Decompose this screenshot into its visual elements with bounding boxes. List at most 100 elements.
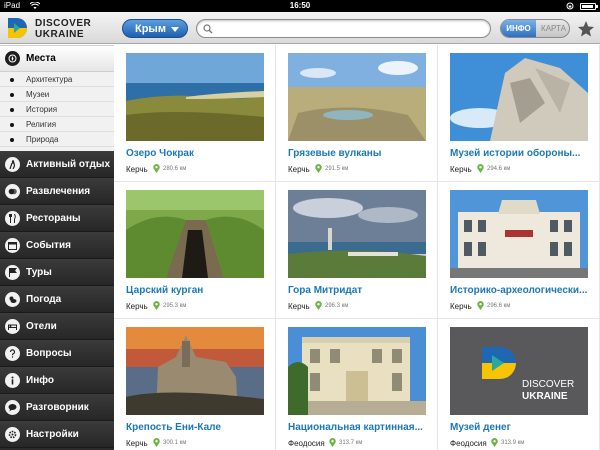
place-title[interactable]: Музей истории обороны... xyxy=(450,148,596,159)
place-distance: 280.6 км xyxy=(163,166,187,172)
sidebar-item[interactable]: Погода xyxy=(0,286,114,313)
place-city: Керчь xyxy=(126,439,148,448)
place-photo[interactable] xyxy=(288,327,426,415)
hiker-icon xyxy=(5,157,20,172)
info-icon xyxy=(5,373,20,388)
place-card[interactable]: Грязевые вулканы Керчь 291.5 км xyxy=(276,45,438,182)
map-pin-icon xyxy=(491,438,498,447)
place-title[interactable]: Крепость Ени-Кале xyxy=(126,422,272,433)
sidebar-item[interactable]: Места xyxy=(0,45,114,72)
cutlery-icon xyxy=(5,211,20,226)
sidebar-item[interactable]: Вопросы xyxy=(0,340,114,367)
sidebar-item-label: Рестораны xyxy=(26,213,81,224)
place-city: Феодосия xyxy=(450,439,487,448)
place-title[interactable]: Национальная картинная... xyxy=(288,422,434,433)
place-distance: 313.9 км xyxy=(501,440,525,446)
place-title[interactable]: Историко-археологически... xyxy=(450,285,596,296)
svg-text:UKRAINE: UKRAINE xyxy=(522,391,568,402)
subcategory-label: Музеи xyxy=(26,90,50,99)
calendar-icon xyxy=(5,238,20,253)
bullet-icon xyxy=(10,108,14,112)
place-distance: 291.5 км xyxy=(325,166,349,172)
place-title[interactable]: Царский курган xyxy=(126,285,272,296)
discover-ukraine-logo-icon xyxy=(8,18,27,38)
sidebar-item[interactable]: Рестораны xyxy=(0,205,114,232)
subcategory-item[interactable]: Музеи xyxy=(0,87,114,102)
top-toolbar: DISCOVER UKRAINE Крым ИНФО КАРТА xyxy=(0,12,600,44)
sidebar-item-label: Активный отдых xyxy=(26,159,110,170)
place-city: Феодосия xyxy=(288,439,325,448)
place-card[interactable]: Гора Митридат Керчь 296.3 км xyxy=(276,182,438,319)
place-card[interactable]: Царский курган Керчь 295.3 км xyxy=(114,182,276,319)
question-icon xyxy=(5,346,20,361)
sidebar-item-label: Места xyxy=(26,53,56,64)
sidebar-item[interactable]: Разговорник xyxy=(0,394,114,421)
clock: 16:50 xyxy=(289,1,311,10)
category-sidebar: Места Архитектура Музеи История Религия Приро… xyxy=(0,45,114,450)
star-icon[interactable] xyxy=(577,20,595,38)
search-box[interactable] xyxy=(196,19,491,38)
place-distance: 296.3 км xyxy=(325,303,349,309)
subcategory-item[interactable]: Природа xyxy=(0,132,114,147)
sidebar-item[interactable]: Настройки xyxy=(0,421,114,448)
map-pin-icon xyxy=(315,301,322,310)
status-bar: iPad 16:50 xyxy=(0,0,600,12)
gear-icon xyxy=(5,427,20,442)
masks-icon xyxy=(5,184,20,199)
app-logo[interactable]: DISCOVER UKRAINE xyxy=(6,15,104,41)
place-photo[interactable] xyxy=(450,53,588,141)
battery-icon xyxy=(580,3,598,10)
search-input[interactable] xyxy=(217,21,485,36)
place-distance: 300.1 км xyxy=(163,440,187,446)
sidebar-item[interactable]: Развлечения xyxy=(0,178,114,205)
place-title[interactable]: Грязевые вулканы xyxy=(288,148,434,159)
sidebar-item[interactable]: События xyxy=(0,232,114,259)
info-map-toggle[interactable]: ИНФО КАРТА xyxy=(500,19,570,38)
sidebar-item-label: События xyxy=(26,240,71,251)
tab-info[interactable]: ИНФО xyxy=(501,20,536,37)
place-photo[interactable] xyxy=(288,53,426,141)
place-city: Керчь xyxy=(288,302,310,311)
place-card[interactable]: Историко-археологически... Керчь 296.6 км xyxy=(438,182,600,319)
place-card[interactable]: DISCOVER UKRAINE Музей денег Феодосия 313.9 … xyxy=(438,319,600,450)
sidebar-item[interactable]: Отели xyxy=(0,313,114,340)
sidebar-item-label: Туры xyxy=(26,267,52,278)
place-photo[interactable] xyxy=(126,53,264,141)
sidebar-item[interactable]: Туры xyxy=(0,259,114,286)
place-photo[interactable] xyxy=(126,327,264,415)
place-photo[interactable] xyxy=(450,190,588,278)
place-photo[interactable]: DISCOVER UKRAINE xyxy=(450,327,588,415)
flag-icon xyxy=(5,265,20,280)
region-label: Крым xyxy=(135,23,166,35)
subcategory-item[interactable]: Архитектура xyxy=(0,72,114,87)
bullet-icon xyxy=(10,93,14,97)
svg-text:DISCOVER: DISCOVER xyxy=(522,379,574,390)
place-distance: 294.6 км xyxy=(487,166,511,172)
place-card[interactable]: Музей истории обороны... Керчь 294.6 км xyxy=(438,45,600,182)
place-card[interactable]: Крепость Ени-Кале Керчь 300.1 км xyxy=(114,319,276,450)
tab-map[interactable]: КАРТА xyxy=(536,20,569,37)
sidebar-item-label: Отели xyxy=(26,321,57,332)
sidebar-item[interactable]: Активный отдых xyxy=(0,151,114,178)
compass-icon xyxy=(5,51,20,66)
place-title[interactable]: Озеро Чокрак xyxy=(126,148,272,159)
subcategory-label: История xyxy=(26,105,58,114)
place-title[interactable]: Музей денег xyxy=(450,422,596,433)
place-city: Керчь xyxy=(450,302,472,311)
place-photo[interactable] xyxy=(126,190,264,278)
region-select-button[interactable]: Крым xyxy=(122,19,188,38)
place-card[interactable]: Национальная картинная... Феодосия 313.7 к… xyxy=(276,319,438,450)
subcategory-list: Архитектура Музеи История Религия Природа xyxy=(0,72,114,151)
subcategory-item[interactable]: Религия xyxy=(0,117,114,132)
place-distance: 313.7 км xyxy=(339,440,363,446)
place-title[interactable]: Гора Митридат xyxy=(288,285,434,296)
subcategory-label: Архитектура xyxy=(26,75,73,84)
rotation-lock-icon xyxy=(566,2,574,10)
sidebar-item-label: Инфо xyxy=(26,375,54,386)
place-photo[interactable] xyxy=(288,190,426,278)
sidebar-item[interactable]: Инфо xyxy=(0,367,114,394)
place-card[interactable]: Озеро Чокрак Керчь 280.6 км xyxy=(114,45,276,182)
chevron-down-icon xyxy=(171,27,179,32)
map-pin-icon xyxy=(329,438,336,447)
subcategory-item[interactable]: История xyxy=(0,102,114,117)
